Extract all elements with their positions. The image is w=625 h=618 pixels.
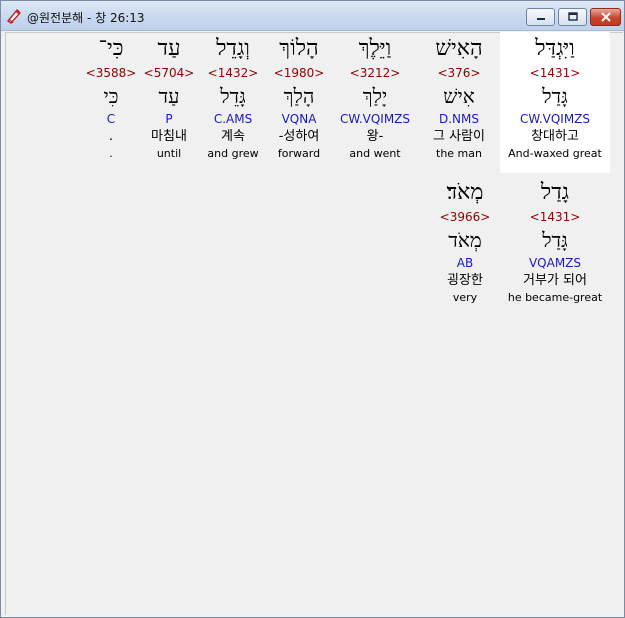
morphology: CW.VQIMZS bbox=[519, 112, 591, 126]
english-gloss: very bbox=[452, 291, 478, 304]
maximize-button[interactable] bbox=[558, 8, 587, 26]
minimize-icon bbox=[536, 18, 545, 20]
korean-gloss: 창대하고 bbox=[531, 129, 579, 144]
hebrew-word: כִּי־ bbox=[98, 36, 124, 61]
lemma: כִּי bbox=[103, 84, 119, 108]
korean-gloss: 굉장한 bbox=[447, 273, 483, 288]
window-title: @원전분해 - 창 26:13 bbox=[27, 11, 145, 25]
close-icon bbox=[600, 12, 611, 22]
maximize-icon bbox=[567, 12, 578, 21]
korean-gloss: . bbox=[108, 129, 114, 144]
interlinear-view[interactable]: וַיִּגְדַּל <1431> גָּדַל CW.VQIMZS 창대하고… bbox=[5, 32, 623, 615]
lemma: מְאֹד bbox=[448, 228, 482, 252]
hebrew-word: וַיִּגְדַּל bbox=[535, 36, 575, 61]
english-gloss: . bbox=[109, 147, 113, 160]
word-cell[interactable]: כִּי־ <3588> כִּי C . . bbox=[56, 32, 166, 162]
word-cell[interactable]: וַיִּגְדַּל <1431> גָּדַל CW.VQIMZS 창대하고… bbox=[500, 32, 610, 173]
hebrew-word: מְאֹד׃ bbox=[446, 180, 484, 205]
title-bar[interactable]: @원전분해 - 창 26:13 bbox=[1, 1, 624, 31]
strong-number[interactable]: <3588> bbox=[56, 64, 166, 82]
app-icon bbox=[6, 8, 21, 24]
word-cell[interactable]: מְאֹד׃ <3966> מְאֹד AB 굉장한 very bbox=[410, 178, 520, 306]
lemma: גָּדַל bbox=[542, 84, 568, 108]
strong-number[interactable]: <3966> bbox=[410, 208, 520, 226]
morphology: AB bbox=[456, 256, 474, 270]
close-button[interactable] bbox=[590, 8, 621, 26]
morphology: C bbox=[106, 112, 116, 126]
strong-number[interactable]: <1431> bbox=[500, 64, 610, 82]
app-window: @원전분해 - 창 26:13 וַיִּגְדַּל <1431> גָּדַ… bbox=[0, 0, 625, 618]
minimize-button[interactable] bbox=[526, 8, 555, 26]
english-gloss: And-waxed great bbox=[508, 147, 602, 160]
